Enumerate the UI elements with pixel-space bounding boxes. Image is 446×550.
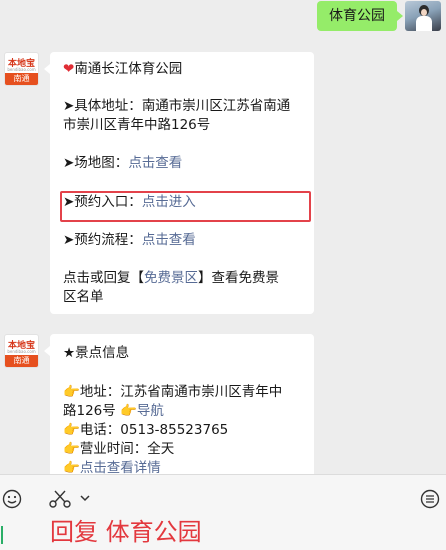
avatar-sub: bendibao.com [7,67,36,72]
bot-avatar[interactable]: 本地宝 bendibao.com 南通 [4,334,39,368]
bot-message-bubble[interactable]: ★景点信息 👉地址：江苏省南通市崇川区青年中 路126号 👉导航 👉电话：051… [44,334,314,474]
bot-message-bubble[interactable]: ❤南通长江体育公园 ➤具体地址：南通市崇川区江苏省南通 市崇川区青年中路126号… [44,52,314,314]
pointing-hand-icon: 👉 [63,384,80,400]
reply-hint-line-1: 点击或回复【免费景区】查看免费景 [63,270,279,286]
booking-highlight-box [60,191,311,222]
user-message-bubble[interactable]: 体育公园 [317,1,403,31]
reply-hint-line-2: 区名单 [63,289,104,305]
pointing-hand-icon: 👉 [63,441,80,457]
process-line: ➤预约流程：点击查看 [63,232,196,248]
input-bar: 回复 体育公园 [0,474,446,550]
address-line-2: 市崇川区青年中路126号 [63,117,211,133]
chevron-down-icon[interactable] [79,493,91,503]
user-avatar[interactable] [405,1,441,31]
bot-avatar[interactable]: 本地宝 bendibao.com 南通 [4,52,39,86]
pointing-hand-icon: 👉 [63,460,80,474]
emoji-icon[interactable] [2,489,22,509]
user-message-text: 体育公园 [329,8,385,24]
scenic-detail: 👉点击查看详情 [63,459,161,474]
map-line: ➤场地图：点击查看 [63,155,183,171]
pointing-hand-icon: 👉 [120,403,137,419]
chat-area: 体育公园 本地宝 bendibao.com 南通 ❤南通长江体育公园 ➤具体地址… [0,0,446,474]
process-link[interactable]: 点击查看 [142,232,196,248]
scenic-hours: 👉营业时间：全天 [63,441,175,457]
detail-link[interactable]: 点击查看详情 [80,460,161,474]
text-cursor [1,526,3,544]
scissors-icon[interactable] [48,489,72,509]
message-title: ❤南通长江体育公园 [63,61,183,77]
navigation-link[interactable]: 导航 [137,403,164,419]
scenic-info-title: ★景点信息 [63,345,130,361]
reply-input-text[interactable]: 回复 体育公园 [50,515,202,549]
avatar-sub: bendibao.com [7,349,36,354]
map-link[interactable]: 点击查看 [128,155,182,171]
pointing-hand-icon: 👉 [63,422,80,438]
scenic-address-line-2: 路126号 👉导航 [63,403,164,419]
menu-icon[interactable] [420,489,440,509]
avatar-city: 南通 [5,355,38,367]
scenic-phone: 👉电话：0513-85523765 [63,422,229,438]
avatar-city: 南通 [5,73,38,85]
free-scenic-link[interactable]: 免费景区 [144,270,198,286]
heart-icon: ❤ [63,61,75,77]
scenic-address-line-1: 👉地址：江苏省南通市崇川区青年中 [63,384,283,400]
address-line-1: ➤具体地址：南通市崇川区江苏省南通 [63,98,291,114]
